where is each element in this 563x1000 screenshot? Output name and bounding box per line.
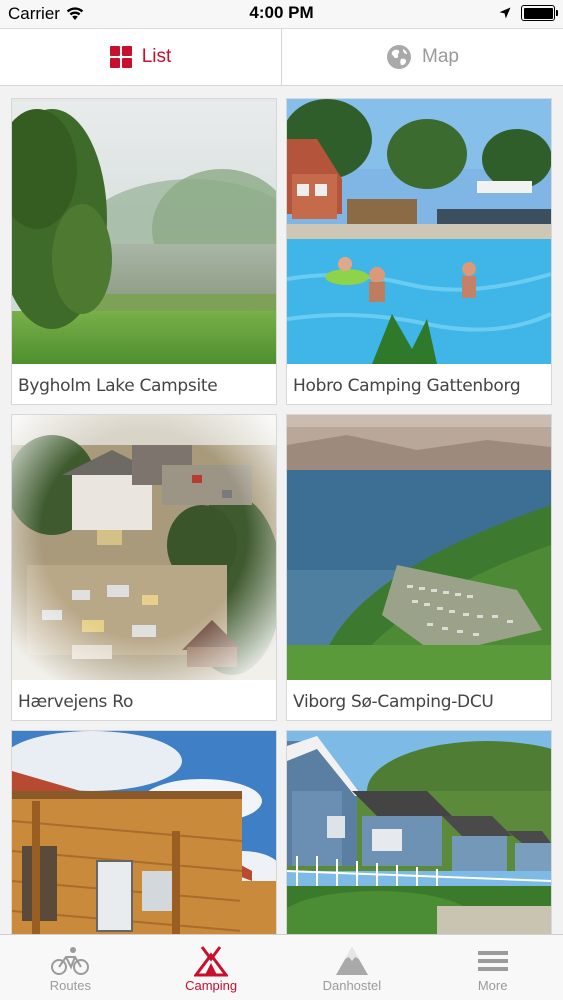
campsite-name: Hærvejens Ro bbox=[18, 692, 134, 712]
tent-icon bbox=[194, 946, 229, 977]
campsite-photo bbox=[12, 415, 276, 680]
status-right-icons bbox=[499, 5, 558, 21]
mountain-icon bbox=[335, 947, 368, 975]
campsite-card[interactable]: Hobro Camping Gattenborg bbox=[286, 98, 552, 405]
campsite-list: Bygholm Lake Campsite Hobro Camping Gatt… bbox=[0, 86, 563, 934]
location-arrow-icon bbox=[499, 7, 511, 19]
campsite-photo bbox=[12, 99, 276, 364]
battery-icon bbox=[521, 5, 558, 21]
campsite-photo bbox=[287, 99, 551, 364]
campsite-photo bbox=[287, 731, 551, 934]
status-time: 4:00 PM bbox=[249, 3, 314, 22]
globe-icon bbox=[387, 45, 412, 69]
campsite-card[interactable] bbox=[11, 730, 277, 934]
tab-routes-label: Routes bbox=[49, 978, 91, 993]
tab-more-label: More bbox=[477, 978, 508, 993]
campsite-card[interactable]: Bygholm Lake Campsite bbox=[11, 98, 277, 405]
grid-icon bbox=[109, 46, 132, 68]
campsite-card[interactable]: Viborg Sø-Camping-DCU bbox=[286, 414, 552, 721]
campsite-card[interactable]: Hærvejens Ro bbox=[11, 414, 277, 721]
map-tab[interactable]: Map bbox=[281, 29, 563, 85]
tab-more[interactable]: More bbox=[422, 935, 563, 1000]
view-toggle: List Map bbox=[0, 28, 563, 86]
tab-danhostel[interactable]: Danhostel bbox=[282, 935, 423, 1000]
campsite-photo bbox=[287, 415, 551, 680]
campsite-name: Bygholm Lake Campsite bbox=[18, 376, 218, 396]
campsite-name: Hobro Camping Gattenborg bbox=[293, 376, 521, 396]
list-tab[interactable]: List bbox=[0, 29, 281, 85]
tab-routes[interactable]: Routes bbox=[0, 935, 141, 1000]
tab-camping-label: Camping bbox=[185, 978, 238, 993]
campsite-card[interactable] bbox=[286, 730, 552, 934]
tab-danhostel-label: Danhostel bbox=[322, 978, 382, 993]
bicycle-icon bbox=[51, 947, 90, 975]
status-bar: Carrier 4:00 PM bbox=[0, 0, 563, 28]
tab-bar: Routes Camping Danhostel More bbox=[0, 934, 563, 1000]
menu-icon bbox=[477, 951, 508, 971]
map-tab-label: Map bbox=[422, 46, 459, 67]
campsite-photo bbox=[12, 731, 276, 934]
tab-camping[interactable]: Camping bbox=[141, 935, 282, 1000]
list-tab-label: List bbox=[141, 46, 172, 67]
campsite-name: Viborg Sø-Camping-DCU bbox=[293, 692, 494, 712]
